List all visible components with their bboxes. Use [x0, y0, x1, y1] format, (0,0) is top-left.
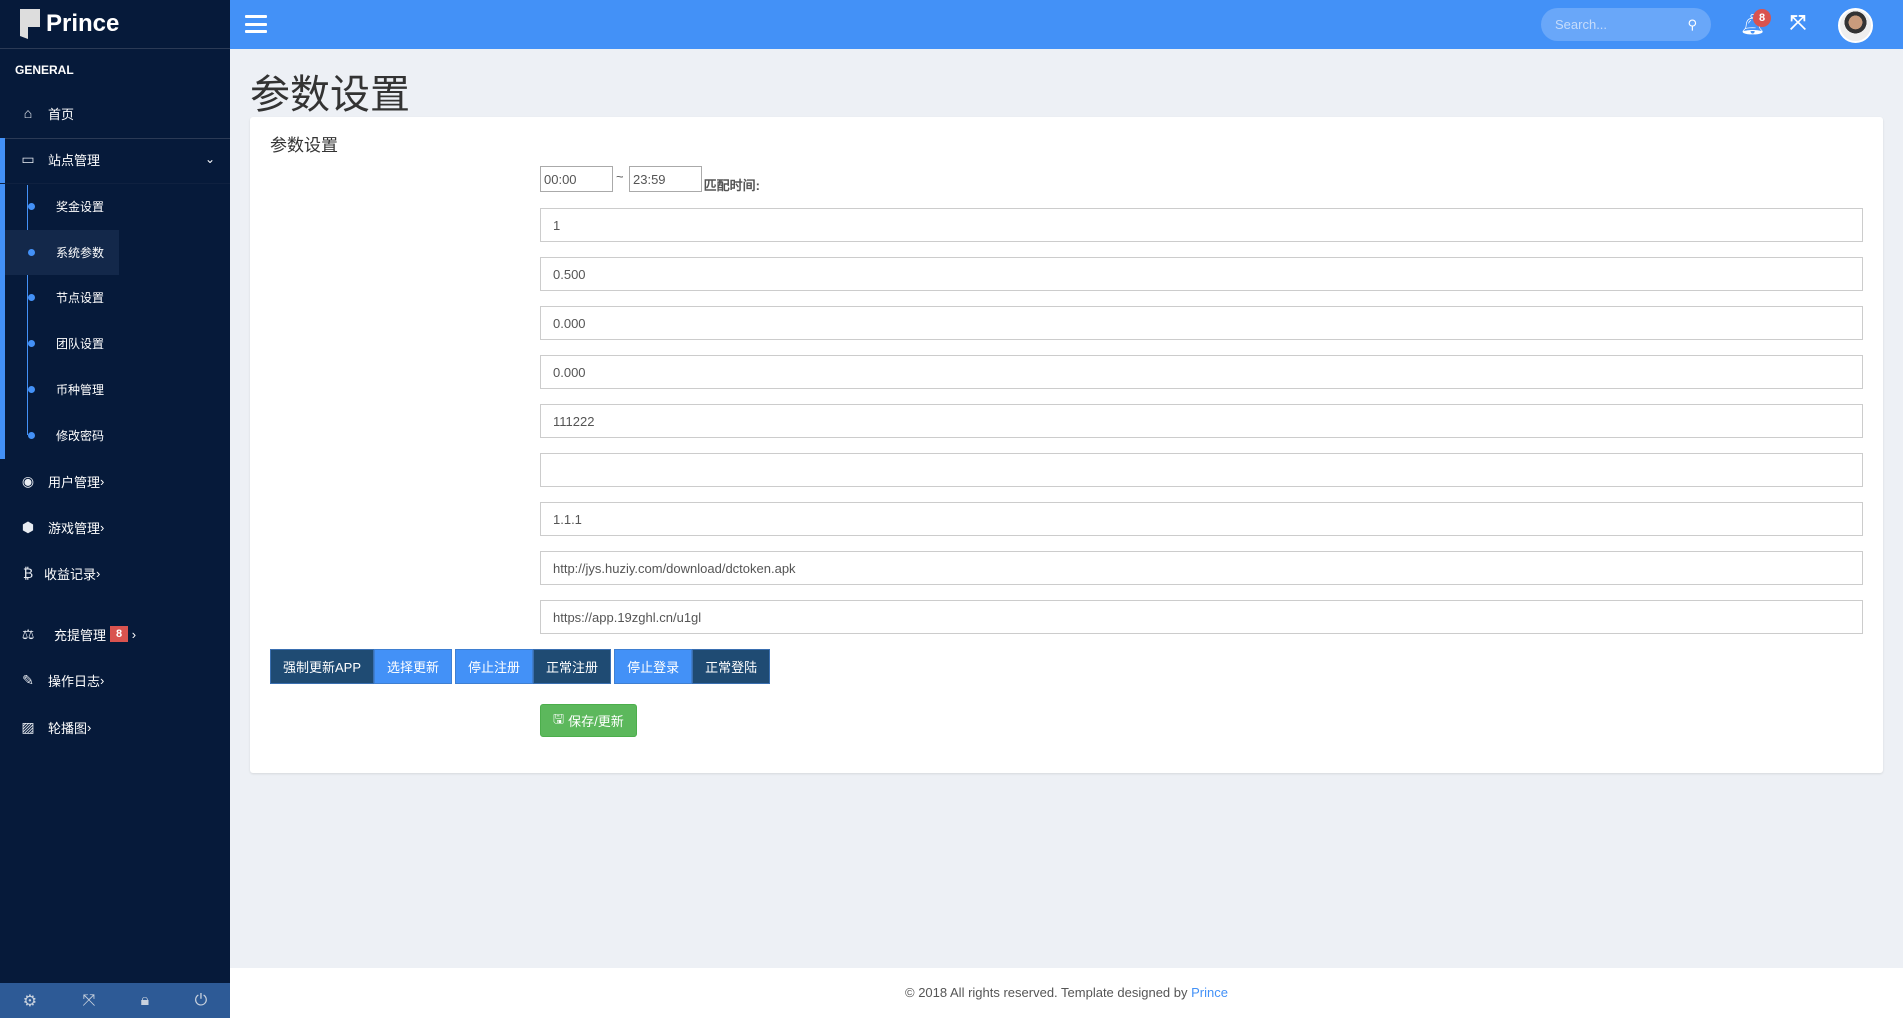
- power-icon[interactable]: ⏻: [195, 992, 208, 1010]
- brand-name: Prince: [46, 10, 120, 37]
- label: 操作日志: [48, 673, 101, 689]
- label: 轮播图: [48, 720, 88, 736]
- save-button[interactable]: 🖫 保存/更新: [540, 704, 637, 737]
- field-input[interactable]: [540, 551, 1863, 585]
- logo-icon: [20, 9, 40, 39]
- label: 游戏管理: [48, 520, 101, 536]
- submenu-item-system-params[interactable]: 系统参数: [5, 230, 119, 275]
- chevron-right-icon: ›: [100, 672, 105, 688]
- cube-icon: ⬢: [21, 518, 35, 535]
- home-icon: ⌂: [23, 105, 33, 121]
- search-input[interactable]: [1555, 17, 1675, 32]
- match-time-end-input[interactable]: [629, 166, 702, 192]
- label: 首页: [48, 106, 75, 122]
- floppy-disk-icon: 🖫: [553, 710, 565, 726]
- sidebar-footer: ⚙ ⤧ 🔒︎ ⏻: [0, 983, 230, 1018]
- submenu-item-currency[interactable]: 币种管理: [5, 367, 119, 412]
- copyright-text: © 2018 All rights reserved. Template des…: [905, 985, 1192, 1000]
- lock-icon[interactable]: 🔒︎: [141, 992, 150, 1010]
- label: 系统参数: [56, 246, 105, 260]
- section-title: GENERAL: [15, 63, 74, 77]
- desktop-icon: ▭: [21, 150, 35, 167]
- sidebar-item-carousel[interactable]: ▨ 轮播图 ›: [0, 707, 230, 747]
- sidebar-item-home[interactable]: ⌂ 首页: [0, 93, 230, 133]
- stop-register-button[interactable]: 停止注册: [455, 649, 534, 684]
- sidebar-item-logs[interactable]: ✎ 操作日志 ›: [0, 660, 230, 700]
- submenu-item-bonus[interactable]: 奖金设置: [5, 184, 119, 229]
- chevron-right-icon: ›: [87, 719, 92, 735]
- top-header: ⚲ 🔔︎ 8 ⤧: [230, 0, 1903, 49]
- sidebar-item-earnings[interactable]: ₿ 收益记录 ›: [0, 553, 230, 593]
- label: 币种管理: [56, 383, 105, 397]
- count-badge: 8: [110, 626, 129, 642]
- label: 节点设置: [56, 291, 105, 305]
- settings-icon[interactable]: ⚙: [23, 991, 37, 1011]
- search-icon[interactable]: ⚲: [1687, 17, 1697, 33]
- range-separator: ~: [616, 169, 624, 184]
- submenu-item-team[interactable]: 团队设置: [5, 321, 119, 366]
- avatar[interactable]: [1838, 8, 1873, 43]
- notification-badge: 8: [1753, 9, 1771, 27]
- chevron-right-icon: ›: [96, 565, 101, 581]
- card-title: 参数设置: [270, 136, 338, 155]
- normal-login-button[interactable]: 正常登陆: [692, 649, 771, 684]
- field-input[interactable]: [540, 502, 1863, 536]
- match-time-label: 匹配时间:: [703, 178, 760, 193]
- sidebar-item-site[interactable]: ▭ 站点管理 ⌄: [0, 139, 230, 179]
- force-update-app-button[interactable]: 强制更新APP: [270, 649, 375, 684]
- sidebar-item-users[interactable]: ◉ 用户管理 ›: [0, 461, 230, 501]
- label: 修改密码: [56, 429, 105, 443]
- footer-link[interactable]: Prince: [1191, 985, 1228, 1000]
- image-icon: ▨: [21, 718, 35, 735]
- dot-icon: [28, 203, 35, 210]
- fullscreen-icon[interactable]: ⤧: [82, 992, 95, 1010]
- field-input[interactable]: [540, 404, 1863, 438]
- label: 充提管理: [54, 627, 107, 643]
- field-input[interactable]: [540, 453, 1863, 487]
- chevron-down-icon: ⌄: [204, 152, 215, 166]
- dot-icon: [28, 294, 35, 301]
- select-update-button[interactable]: 选择更新: [374, 649, 453, 684]
- dot-icon: [28, 340, 35, 347]
- menu-toggle-icon[interactable]: [245, 15, 267, 33]
- chevron-right-icon: ›: [100, 473, 105, 489]
- label: 团队设置: [56, 337, 105, 351]
- user-circle-icon: ◉: [21, 472, 35, 489]
- edit-icon: ✎: [22, 671, 34, 688]
- chevron-right-icon: ›: [100, 519, 105, 535]
- balance-scale-icon: ⚖: [21, 625, 35, 642]
- action-buttons: 强制更新APP 选择更新 停止注册 正常注册 停止登录 正常登陆: [270, 649, 771, 684]
- chevron-right-icon: ›: [128, 626, 137, 642]
- match-time-start-input[interactable]: [540, 166, 613, 192]
- label: 站点管理: [48, 152, 101, 168]
- field-input[interactable]: [540, 306, 1863, 340]
- dot-icon: [28, 432, 35, 439]
- field-input[interactable]: [540, 257, 1863, 291]
- settings-card: 参数设置 匹配时间: ~ 矿池利率(百分比)%直推奖励USDT积极参与奖USDT…: [250, 117, 1883, 773]
- dot-icon: [28, 386, 35, 393]
- field-input[interactable]: [540, 355, 1863, 389]
- label: 奖金设置: [56, 200, 105, 214]
- label: 保存/更新: [568, 714, 624, 729]
- submenu-item-password[interactable]: 修改密码: [5, 413, 119, 458]
- dot-icon: [28, 249, 35, 256]
- fullscreen-icon[interactable]: ⤧: [1790, 12, 1806, 35]
- page-title: 参数设置: [250, 73, 410, 117]
- label: 用户管理: [48, 474, 101, 490]
- sidebar-item-deposits[interactable]: ⚖ 充提管理 8 ›: [0, 614, 230, 654]
- footer: © 2018 All rights reserved. Template des…: [230, 968, 1903, 1018]
- field-input[interactable]: [540, 208, 1863, 242]
- sidebar: Prince GENERAL ⌂ 首页 ▭ 站点管理 ⌄ 奖金设置 系统参数 节点设置…: [0, 0, 230, 1018]
- stop-login-button[interactable]: 停止登录: [614, 649, 693, 684]
- search-box: ⚲: [1541, 8, 1711, 41]
- bitcoin-icon: ₿: [22, 565, 34, 581]
- brand-logo[interactable]: Prince: [0, 0, 230, 49]
- sidebar-item-games[interactable]: ⬢ 游戏管理 ›: [0, 507, 230, 547]
- submenu-item-node[interactable]: 节点设置: [5, 275, 119, 320]
- field-input[interactable]: [540, 600, 1863, 634]
- label: 收益记录: [44, 566, 97, 582]
- normal-register-button[interactable]: 正常注册: [533, 649, 612, 684]
